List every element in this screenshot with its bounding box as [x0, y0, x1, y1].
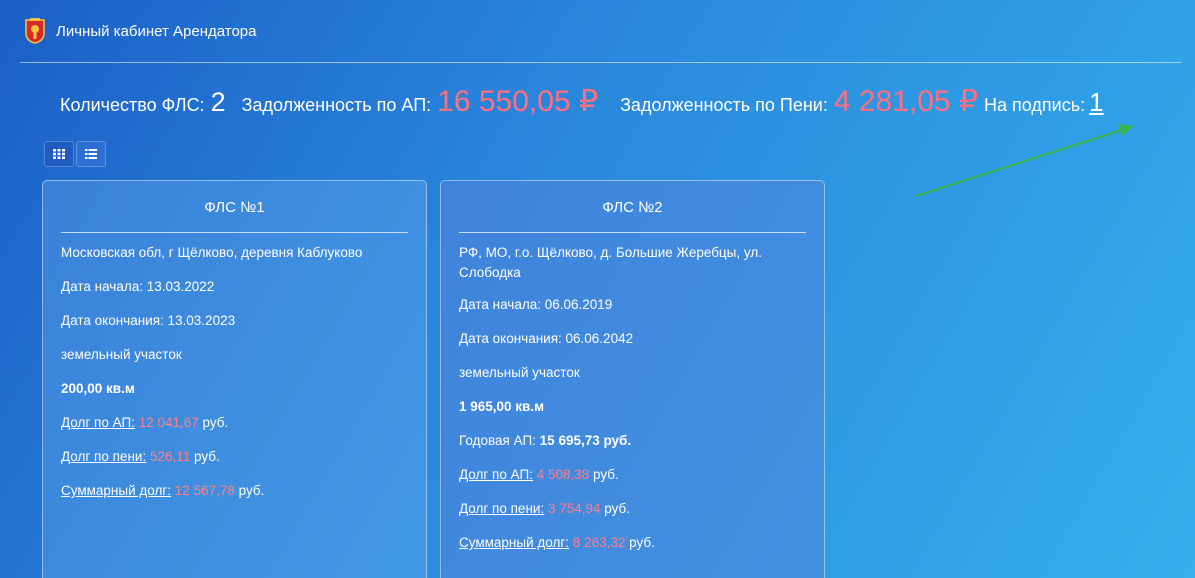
- fls-count-value: 2: [210, 87, 226, 117]
- app-title: Личный кабинет Арендатора: [56, 22, 257, 40]
- card-peni-debt: Долг по пени: 526,11 руб.: [61, 447, 408, 467]
- ap-debt-label: Задолженность по АП:: [241, 95, 432, 115]
- currency-label: руб.: [194, 449, 220, 464]
- currency-label: руб.: [238, 483, 265, 498]
- total-debt-amount: 12 567,78: [174, 483, 235, 498]
- ap-debt-amount: 4 508,38: [536, 467, 590, 482]
- card-title: ФЛС №1: [61, 181, 408, 233]
- ap-debt-link[interactable]: Долг по АП:: [459, 467, 533, 482]
- card-area: 200,00 кв.м: [61, 381, 135, 396]
- card-total-debt: Суммарный долг: 8 263,32 руб.: [459, 533, 806, 553]
- ap-debt-amount: 12 041,67: [138, 415, 199, 430]
- header-divider: [20, 62, 1181, 63]
- currency-label: руб.: [604, 501, 631, 516]
- card-end-date: Дата окончания: 13.03.2023: [61, 313, 236, 328]
- currency-label: руб.: [593, 467, 619, 482]
- card-area: 1 965,00 кв.м: [459, 399, 545, 414]
- header-bar: Личный кабинет Арендатора: [0, 0, 1195, 62]
- fls-card-1[interactable]: ФЛС №1 Московская обл, г Щёлково, деревн…: [42, 180, 427, 578]
- annual-ap-value: 15 695,73 руб.: [539, 433, 632, 448]
- list-icon: [85, 149, 97, 159]
- annual-ap-label: Годовая АП:: [459, 433, 536, 448]
- card-start-date: Дата начала: 13.03.2022: [61, 279, 215, 294]
- card-start-date: Дата начала: 06.06.2019: [459, 297, 613, 312]
- card-type: земельный участок: [459, 365, 580, 380]
- card-ap-debt: Долг по АП: 12 041,67 руб.: [61, 413, 408, 433]
- peni-debt-link[interactable]: Долг по пени:: [61, 449, 146, 464]
- card-peni-debt: Долг по пени: 3 754,94 руб.: [459, 499, 806, 519]
- card-address: Московская обл, г Щёлково, деревня Каблу…: [61, 245, 363, 260]
- card-annual-ap: Годовая АП: 15 695,73 руб.: [459, 431, 806, 451]
- currency-label: руб.: [202, 415, 229, 430]
- total-debt-link[interactable]: Суммарный долг:: [61, 483, 171, 498]
- list-view-button[interactable]: [76, 141, 106, 167]
- total-debt-link[interactable]: Суммарный долг:: [459, 535, 569, 550]
- grid-view-button[interactable]: [44, 141, 74, 167]
- card-address: РФ, МО, г.о. Щёлково, д. Большие Жеребцы…: [459, 245, 762, 280]
- total-debt-amount: 8 263,32: [572, 535, 626, 550]
- currency-label: руб.: [629, 535, 655, 550]
- ap-debt-value: 16 550,05 ₽: [437, 85, 599, 118]
- peni-debt-amount: 3 754,94: [547, 501, 601, 516]
- grid-icon: [53, 149, 65, 159]
- card-type: земельный участок: [61, 347, 182, 362]
- peni-debt-label: Задолженность по Пени:: [620, 95, 828, 115]
- peni-debt-link[interactable]: Долг по пени:: [459, 501, 544, 516]
- peni-debt-amount: 526,11: [149, 449, 191, 464]
- view-toggle: [44, 141, 106, 167]
- card-title: ФЛС №2: [459, 181, 806, 233]
- card-end-date: Дата окончания: 06.06.2042: [459, 331, 634, 346]
- ap-debt-link[interactable]: Долг по АП:: [61, 415, 135, 430]
- green-arrow-icon: [915, 124, 1134, 197]
- moscow-region-crest-icon: [25, 18, 45, 44]
- fls-count-label: Количество ФЛС:: [60, 95, 205, 115]
- card-ap-debt: Долг по АП: 4 508,38 руб.: [459, 465, 806, 485]
- card-total-debt: Суммарный долг: 12 567,78 руб.: [61, 481, 408, 501]
- fls-card-2[interactable]: ФЛС №2 РФ, МО, г.о. Щёлково, д. Большие …: [440, 180, 825, 578]
